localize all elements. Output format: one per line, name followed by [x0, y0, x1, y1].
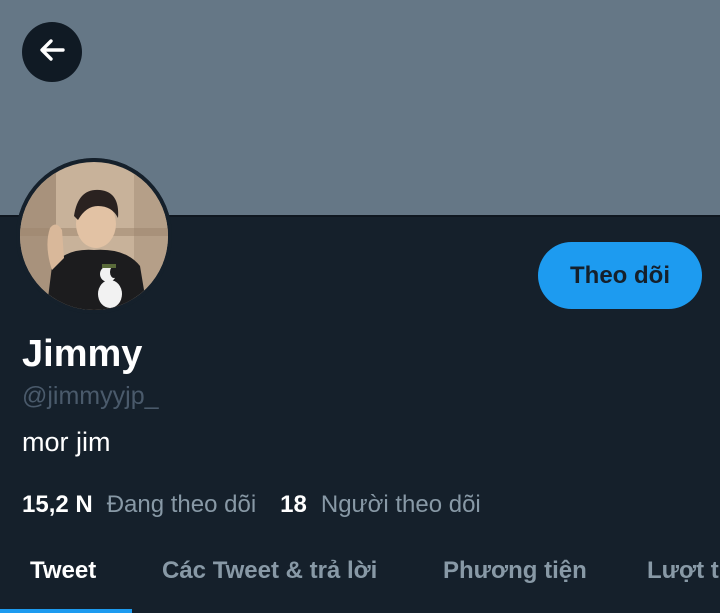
following-label: Đang theo dõi [106, 491, 257, 518]
back-button[interactable] [22, 22, 82, 82]
display-name: Jimmy [22, 333, 143, 375]
profile-bio: mor jim [22, 427, 111, 457]
active-tab-indicator [0, 609, 132, 613]
follow-button[interactable]: Theo dõi [538, 242, 702, 309]
tab-likes[interactable]: Lượt thích [647, 554, 720, 588]
arrow-left-icon [36, 34, 68, 71]
following-count: 15,2 N [22, 491, 93, 518]
avatar[interactable] [16, 158, 172, 314]
follow-stats: 15,2 N Đang theo dõi 18 Người theo dõi [22, 488, 481, 522]
tab-tweets[interactable]: Tweet [30, 554, 96, 588]
profile-tabs: Tweet Các Tweet & trả lời Phương tiện Lư… [0, 540, 720, 613]
followers-link[interactable]: 18 Người theo dõi [280, 488, 481, 522]
followers-label: Người theo dõi [320, 491, 481, 518]
tab-media[interactable]: Phương tiện [443, 554, 587, 588]
following-link[interactable]: 15,2 N Đang theo dõi [22, 488, 256, 522]
tab-tweets-and-replies[interactable]: Các Tweet & trả lời [162, 554, 377, 588]
followers-count: 18 [280, 491, 307, 518]
profile-handle: @jimmyyjp_ [22, 382, 159, 410]
